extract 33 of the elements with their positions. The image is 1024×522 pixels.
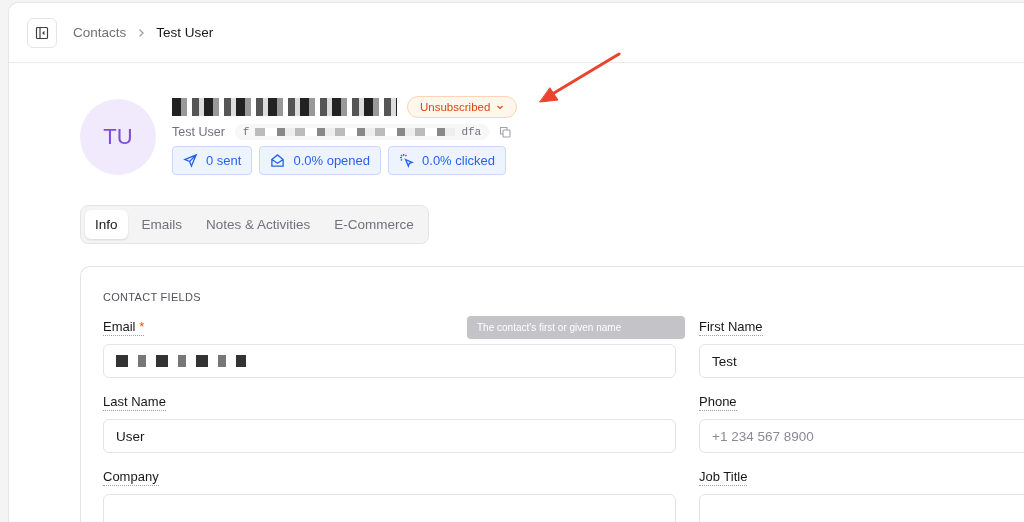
copy-icon[interactable] <box>499 126 512 138</box>
field-label: Email * <box>103 319 145 336</box>
tab[interactable]: E-Commerce <box>324 210 424 239</box>
stat-badge: 0.0% clicked <box>388 146 507 175</box>
stat-badge: 0 sent <box>172 146 253 175</box>
input-field[interactable]: +1 234 567 8900 <box>699 419 1024 453</box>
input-field[interactable]: User <box>103 419 676 453</box>
field-label: First Name <box>699 319 763 336</box>
field-label: Job Title <box>699 469 748 486</box>
status-dropdown[interactable]: Unsubscribed <box>407 96 518 118</box>
contact-id: f dfa <box>234 124 490 140</box>
breadcrumb-link[interactable]: Contacts <box>73 25 127 40</box>
caret-icon <box>496 103 505 111</box>
field-label: Last Name <box>103 394 166 411</box>
sidebar-panel-icon <box>35 25 49 40</box>
field-label: Phone <box>699 394 737 411</box>
input-field[interactable] <box>103 344 676 378</box>
input-field[interactable] <box>103 494 676 522</box>
tab[interactable]: Info <box>85 210 128 239</box>
section-title: CONTACT FIELDS <box>103 291 202 303</box>
input-field[interactable]: Test <box>699 344 1024 378</box>
sidebar-toggle-button[interactable] <box>27 17 57 48</box>
field-label: Company <box>103 469 159 486</box>
breadcrumb-current: Test User <box>156 25 214 40</box>
tab[interactable]: Notes & Activities <box>196 210 321 239</box>
contact-name: Test User <box>172 125 225 139</box>
input-field[interactable] <box>699 494 1024 522</box>
send-icon <box>183 153 198 168</box>
pointer-click-icon <box>399 153 415 168</box>
avatar: TU <box>80 99 156 175</box>
envelope-open-icon <box>270 153 286 168</box>
stat-badge: 0.0% opened <box>259 146 382 175</box>
tab[interactable]: Emails <box>131 210 193 239</box>
